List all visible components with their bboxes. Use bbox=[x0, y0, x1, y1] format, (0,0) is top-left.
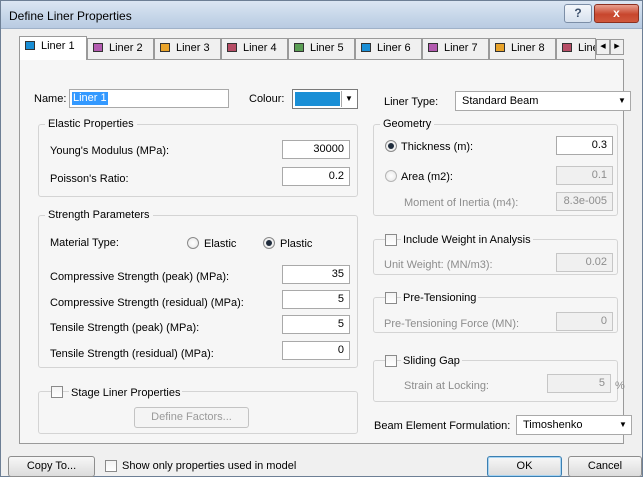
poissons-ratio-input[interactable]: 0.2 bbox=[282, 167, 350, 186]
strength-parameters-title: Strength Parameters bbox=[45, 209, 153, 221]
colour-picker[interactable]: ▼ bbox=[292, 89, 358, 109]
geometry-title: Geometry bbox=[380, 118, 435, 130]
elastic-radio[interactable] bbox=[187, 237, 199, 249]
define-factors-button[interactable]: Define Factors... bbox=[134, 407, 249, 428]
tensile-peak-label: Tensile Strength (peak) (MPa): bbox=[50, 322, 200, 334]
sliding-gap-checkbox[interactable] bbox=[385, 355, 397, 367]
stage-liner-label: Stage Liner Properties bbox=[69, 387, 183, 399]
tab-liner-7[interactable]: Liner 7 bbox=[422, 38, 489, 59]
youngs-modulus-input[interactable]: 30000 bbox=[282, 140, 350, 159]
moment-of-inertia-input[interactable]: 8.3e-005 bbox=[556, 192, 613, 211]
colour-label: Colour: bbox=[249, 93, 285, 105]
elastic-properties-group: Elastic Properties bbox=[38, 118, 358, 197]
elastic-radio-label: Elastic bbox=[204, 238, 237, 250]
plastic-radio[interactable] bbox=[263, 237, 275, 249]
material-type-label: Material Type: bbox=[50, 237, 119, 249]
help-button[interactable]: ? bbox=[564, 4, 592, 23]
compressive-peak-label: Compressive Strength (peak) (MPa): bbox=[50, 271, 230, 283]
strain-at-locking-input[interactable]: 5 bbox=[547, 374, 611, 393]
area-radio[interactable] bbox=[385, 170, 397, 182]
name-label: Name: bbox=[34, 93, 67, 105]
close-button[interactable]: x bbox=[594, 4, 639, 23]
pretensioning-force-label: Pre-Tensioning Force (MN): bbox=[384, 318, 520, 330]
tab-liner-9[interactable]: Liner 9 bbox=[556, 38, 596, 59]
tab-liner-4[interactable]: Liner 4 bbox=[221, 38, 288, 59]
sliding-gap-label: Sliding Gap bbox=[401, 355, 462, 367]
tab-liner-8[interactable]: Liner 8 bbox=[489, 38, 556, 59]
tab-liner-5[interactable]: Liner 5 bbox=[288, 38, 355, 59]
name-input[interactable]: Liner 1 bbox=[69, 89, 229, 108]
area-input[interactable]: 0.1 bbox=[556, 166, 613, 185]
strain-at-locking-label: Strain at Locking: bbox=[404, 380, 489, 392]
tab-liner-6[interactable]: Liner 6 bbox=[355, 38, 422, 59]
liner-color-swatch-icon bbox=[294, 43, 304, 52]
ok-button[interactable]: OK bbox=[487, 456, 562, 477]
tab-liner-2[interactable]: Liner 2 bbox=[87, 38, 154, 59]
liner-type-select[interactable]: Standard Beam ▼ bbox=[455, 91, 631, 111]
pretensioning-checkbox[interactable] bbox=[385, 292, 397, 304]
beam-formulation-label: Beam Element Formulation: bbox=[374, 420, 511, 432]
tab-liner-1[interactable]: Liner 1 bbox=[19, 36, 87, 60]
chevron-down-icon: ▼ bbox=[618, 96, 626, 105]
tensile-peak-input[interactable]: 5 bbox=[282, 315, 350, 334]
colour-swatch bbox=[295, 92, 340, 106]
moment-of-inertia-label: Moment of Inertia (m4): bbox=[404, 197, 519, 209]
plastic-radio-label: Plastic bbox=[280, 238, 313, 250]
tab-scroll-left-icon[interactable]: ◀ bbox=[596, 39, 610, 55]
elastic-properties-title: Elastic Properties bbox=[45, 118, 137, 130]
tensile-residual-label: Tensile Strength (residual) (MPa): bbox=[50, 348, 214, 360]
liner-color-swatch-icon bbox=[227, 43, 237, 52]
unit-weight-label: Unit Weight: (MN/m3): bbox=[384, 259, 493, 271]
thickness-label: Thickness (m): bbox=[401, 141, 474, 153]
beam-formulation-select[interactable]: Timoshenko ▼ bbox=[516, 415, 632, 435]
poissons-ratio-label: Poisson's Ratio: bbox=[50, 173, 129, 185]
liner-color-swatch-icon bbox=[428, 43, 438, 52]
tensile-residual-input[interactable]: 0 bbox=[282, 341, 350, 360]
compressive-residual-input[interactable]: 5 bbox=[282, 290, 350, 309]
show-only-used-label: Show only properties used in model bbox=[122, 460, 297, 472]
compressive-residual-label: Compressive Strength (residual) (MPa): bbox=[50, 297, 244, 309]
liner-color-swatch-icon bbox=[160, 43, 170, 52]
thickness-radio[interactable] bbox=[385, 140, 397, 152]
dialog-title: Define Liner Properties bbox=[9, 9, 132, 23]
tab-liner-3[interactable]: Liner 3 bbox=[154, 38, 221, 59]
chevron-down-icon: ▼ bbox=[341, 91, 356, 107]
percent-unit: % bbox=[615, 380, 625, 392]
liner-color-swatch-icon bbox=[25, 41, 35, 50]
stage-liner-checkbox[interactable] bbox=[51, 386, 63, 398]
chevron-down-icon: ▼ bbox=[619, 420, 627, 429]
pretensioning-force-input[interactable]: 0 bbox=[556, 312, 613, 331]
liner-type-label: Liner Type: bbox=[384, 96, 439, 108]
include-weight-checkbox[interactable] bbox=[385, 234, 397, 246]
title-bar: Define Liner Properties ? x bbox=[1, 1, 642, 29]
liner-color-swatch-icon bbox=[361, 43, 371, 52]
liner-color-swatch-icon bbox=[495, 43, 505, 52]
cancel-button[interactable]: Cancel bbox=[568, 456, 642, 477]
liner-color-swatch-icon bbox=[93, 43, 103, 52]
unit-weight-input[interactable]: 0.02 bbox=[556, 253, 613, 272]
thickness-input[interactable]: 0.3 bbox=[556, 136, 613, 155]
tab-scroll-right-icon[interactable]: ▶ bbox=[610, 39, 624, 55]
define-liner-properties-dialog: Define Liner Properties ? x Liner 1 Line… bbox=[0, 0, 643, 477]
liner-tabs: Liner 1 Liner 2 Liner 3 Liner 4 Liner 5 … bbox=[19, 36, 624, 60]
copy-to-button[interactable]: Copy To... bbox=[8, 456, 95, 477]
liner-color-swatch-icon bbox=[562, 43, 572, 52]
area-label: Area (m2): bbox=[401, 171, 453, 183]
pretensioning-label: Pre-Tensioning bbox=[401, 292, 479, 304]
show-only-used-checkbox[interactable] bbox=[105, 460, 117, 472]
include-weight-label: Include Weight in Analysis bbox=[401, 234, 533, 246]
compressive-peak-input[interactable]: 35 bbox=[282, 265, 350, 284]
youngs-modulus-label: Young's Modulus (MPa): bbox=[50, 145, 170, 157]
